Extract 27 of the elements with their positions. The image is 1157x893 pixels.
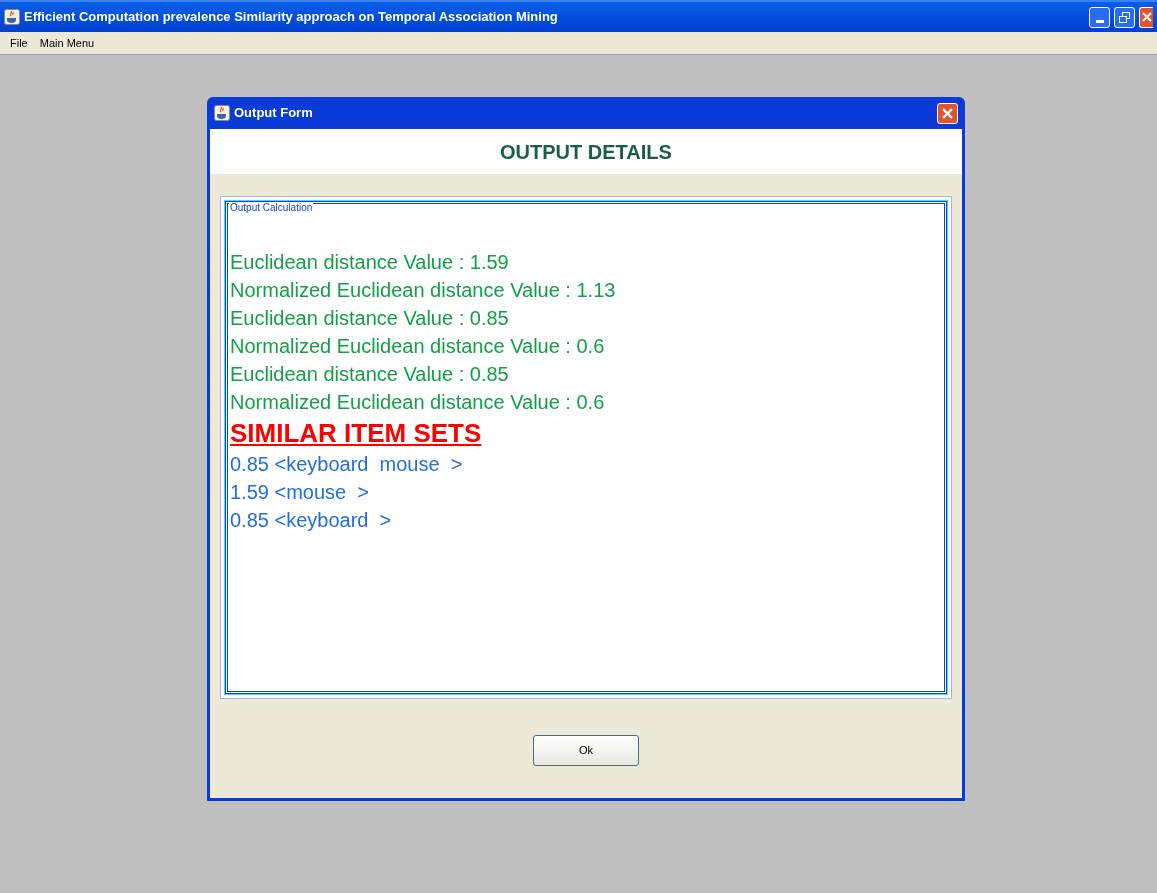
section-heading: SIMILAR ITEM SETS [230,417,482,450]
output-line: Euclidean distance Value : 0.85 [230,362,509,387]
output-line: Euclidean distance Value : 1.59 [230,250,509,275]
output-line: 0.85 <keyboard > [230,508,392,533]
output-heading: OUTPUT DETAILS [500,139,672,165]
minimize-button[interactable] [1089,6,1110,28]
menu-item[interactable]: File [10,34,28,52]
output-line: Normalized Euclidean distance Value : 0.6 [230,334,605,359]
cup-icon [4,9,20,25]
output-line: Normalized Euclidean distance Value : 0.6 [230,390,605,415]
ok-button[interactable]: Ok [533,735,639,766]
close-button[interactable] [1139,6,1153,28]
window-title: Efficient Computation prevalence Similarity approach on Temporal Association Mining [24,8,559,27]
output-line: 0.85 <keyboard mouse > [230,452,463,477]
output-line: 1.59 <mouse > [230,480,369,505]
group-label: Output Calculation [229,202,314,214]
cup-icon [214,105,230,121]
output-line: Normalized Euclidean distance Value : 1.13 [230,278,616,303]
close-icon [1141,12,1152,22]
minimize-icon [1095,19,1104,23]
output-line: Euclidean distance Value : 0.85 [230,306,509,331]
close-icon [942,107,953,119]
restore-button[interactable] [1114,6,1135,28]
restore-icon [1119,11,1130,23]
close-button[interactable] [937,102,958,124]
dialog-title: Output Form [234,104,314,123]
menu-item[interactable]: Main Menu [39,34,95,52]
